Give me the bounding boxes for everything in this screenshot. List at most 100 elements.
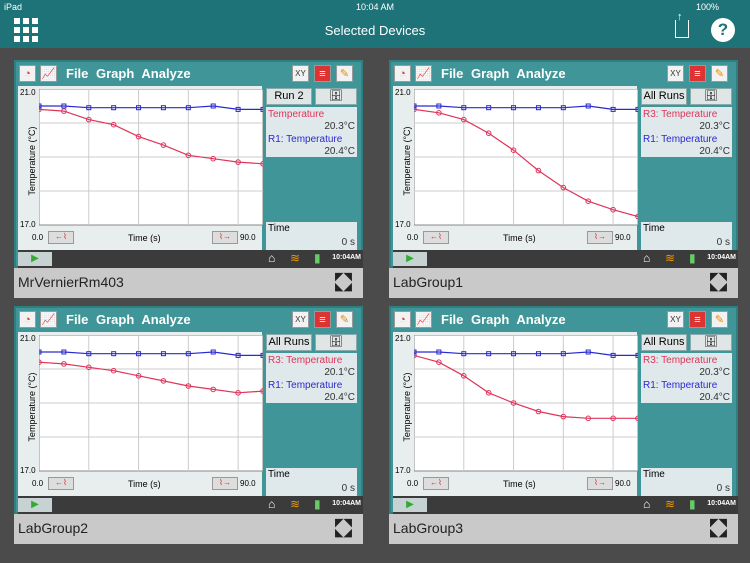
run-selector[interactable]: All Runs [641, 334, 687, 351]
graph-area[interactable]: 21.0 17.0 Temperature (°C) 0.0 ←⌇ Time (… [18, 332, 263, 496]
sensor1-name[interactable]: Temperature [268, 109, 324, 120]
x-axis-label: Time (s) [128, 479, 161, 489]
expand-icon[interactable]: ◤◥ ◣◢ [335, 272, 355, 293]
device-panel[interactable]: ◔ 📈 File Graph Analyze XY ≡ ✎ 21.0 17.0 … [389, 306, 738, 544]
graph-icon[interactable]: 📈 [415, 65, 432, 82]
graph-area[interactable]: 21.0 17.0 Temperature (°C) 0.0 ←⌇ Time (… [393, 332, 638, 496]
y-max-label: 21.0 [395, 88, 411, 97]
scroll-right-button[interactable]: ⌇→ [212, 231, 238, 244]
time-label: Time [268, 223, 290, 234]
time-label: Time [643, 223, 665, 234]
run-selector[interactable]: Run 2 [266, 88, 312, 105]
device-status-bar: ▶ ⌂ ≋ ▮ 10:04AM [393, 250, 738, 268]
sensor1-name[interactable]: R3: Temperature [268, 355, 342, 366]
x-axis-label: Time (s) [503, 233, 536, 243]
graph-icon[interactable]: 📈 [40, 311, 57, 328]
menu-bar[interactable]: File Graph Analyze [441, 312, 566, 327]
play-button[interactable]: ▶ [393, 252, 427, 266]
menu-bar[interactable]: File Graph Analyze [66, 66, 191, 81]
time-readout: Time 0 s [266, 468, 357, 496]
meter-icon[interactable]: ◔ [19, 65, 36, 82]
scroll-left-button[interactable]: ←⌇ [48, 477, 74, 490]
menu-bar[interactable]: File Graph Analyze [66, 312, 191, 327]
device-panel[interactable]: ◔ 📈 File Graph Analyze XY ≡ ✎ 21.0 17.0 … [14, 306, 363, 544]
sensor1-value: 20.3°C [699, 121, 730, 132]
device-name: LabGroup2 [18, 520, 89, 536]
sensor1-name[interactable]: R3: Temperature [643, 109, 717, 120]
pencil-icon[interactable]: ✎ [711, 311, 728, 328]
notebook-icon[interactable]: ≡ [689, 65, 706, 82]
play-button[interactable]: ▶ [393, 498, 427, 512]
y-max-label: 21.0 [20, 334, 36, 343]
scroll-left-button[interactable]: ←⌇ [423, 231, 449, 244]
plot[interactable] [414, 335, 638, 473]
scroll-left-button[interactable]: ←⌇ [423, 477, 449, 490]
save-icon[interactable]: 🗄 [315, 334, 357, 351]
pencil-icon[interactable]: ✎ [711, 65, 728, 82]
sensor1-value: 20.1°C [324, 367, 355, 378]
time-value: 0 s [716, 237, 730, 248]
sensor2-name[interactable]: R1: Temperature [643, 134, 717, 145]
device-panel[interactable]: ◔ 📈 File Graph Analyze XY ≡ ✎ 21.0 17.0 … [14, 60, 363, 298]
sensor1-name[interactable]: R3: Temperature [643, 355, 717, 366]
graph-icon[interactable]: 📈 [40, 65, 57, 82]
menu-bar[interactable]: File Graph Analyze [441, 66, 566, 81]
device-screen: ◔ 📈 File Graph Analyze XY ≡ ✎ 21.0 17.0 … [389, 306, 738, 514]
plot[interactable] [39, 89, 263, 227]
table-icon[interactable]: XY [667, 65, 684, 82]
table-icon[interactable]: XY [292, 65, 309, 82]
scroll-right-button[interactable]: ⌇→ [212, 477, 238, 490]
pencil-icon[interactable]: ✎ [336, 311, 353, 328]
sensor2-name[interactable]: R1: Temperature [268, 134, 342, 145]
device-name: LabGroup1 [393, 274, 464, 290]
play-button[interactable]: ▶ [18, 498, 52, 512]
expand-icon[interactable]: ◤◥ ◣◢ [335, 518, 355, 539]
sensor2-value: 20.4°C [699, 146, 730, 157]
save-icon[interactable]: 🗄 [315, 88, 357, 105]
expand-icon[interactable]: ◤◥ ◣◢ [710, 272, 730, 293]
home-icon[interactable]: ⌂ [268, 251, 275, 265]
notebook-icon[interactable]: ≡ [314, 65, 331, 82]
expand-icon[interactable]: ◤◥ ◣◢ [710, 518, 730, 539]
plot[interactable] [39, 335, 263, 473]
plot[interactable] [414, 89, 638, 227]
graph-area[interactable]: 21.0 17.0 Temperature (°C) 0.0 ←⌇ Time (… [18, 86, 263, 250]
graph-area[interactable]: 21.0 17.0 Temperature (°C) 0.0 ←⌇ Time (… [393, 86, 638, 250]
save-icon[interactable]: 🗄 [690, 88, 732, 105]
y-max-label: 21.0 [20, 88, 36, 97]
data-panel: All Runs 🗄 R3: Temperature 20.3°C R1: Te… [639, 86, 734, 250]
device-panel[interactable]: ◔ 📈 File Graph Analyze XY ≡ ✎ 21.0 17.0 … [389, 60, 738, 298]
scroll-right-button[interactable]: ⌇→ [587, 231, 613, 244]
meter-icon[interactable]: ◔ [394, 311, 411, 328]
data-panel: All Runs 🗄 R3: Temperature 20.1°C R1: Te… [264, 332, 359, 496]
time-readout: Time 0 s [266, 222, 357, 250]
run-selector[interactable]: All Runs [641, 88, 687, 105]
play-button[interactable]: ▶ [18, 252, 52, 266]
share-icon[interactable] [675, 11, 689, 38]
scroll-right-button[interactable]: ⌇→ [587, 477, 613, 490]
graph-icon[interactable]: 📈 [415, 311, 432, 328]
home-icon[interactable]: ⌂ [643, 251, 650, 265]
scroll-left-button[interactable]: ←⌇ [48, 231, 74, 244]
help-icon[interactable]: ? [711, 18, 735, 42]
run-selector[interactable]: All Runs [266, 334, 312, 351]
data-panel: All Runs 🗄 R3: Temperature 20.3°C R1: Te… [639, 332, 734, 496]
home-icon[interactable]: ⌂ [268, 497, 275, 511]
sensor2-value: 20.4°C [699, 392, 730, 403]
table-icon[interactable]: XY [292, 311, 309, 328]
device-status-bar: ▶ ⌂ ≋ ▮ 10:04AM [393, 496, 738, 514]
x-min-label: 0.0 [32, 233, 44, 242]
meter-icon[interactable]: ◔ [394, 65, 411, 82]
table-icon[interactable]: XY [667, 311, 684, 328]
meter-icon[interactable]: ◔ [19, 311, 36, 328]
y-axis-label: Temperature (°C) [27, 126, 37, 196]
notebook-icon[interactable]: ≡ [689, 311, 706, 328]
pencil-icon[interactable]: ✎ [336, 65, 353, 82]
home-icon[interactable]: ⌂ [643, 497, 650, 511]
sensor2-name[interactable]: R1: Temperature [643, 380, 717, 391]
sensor2-name[interactable]: R1: Temperature [268, 380, 342, 391]
x-max-label: 90.0 [240, 479, 256, 488]
page-title: Selected Devices [324, 23, 426, 38]
save-icon[interactable]: 🗄 [690, 334, 732, 351]
notebook-icon[interactable]: ≡ [314, 311, 331, 328]
